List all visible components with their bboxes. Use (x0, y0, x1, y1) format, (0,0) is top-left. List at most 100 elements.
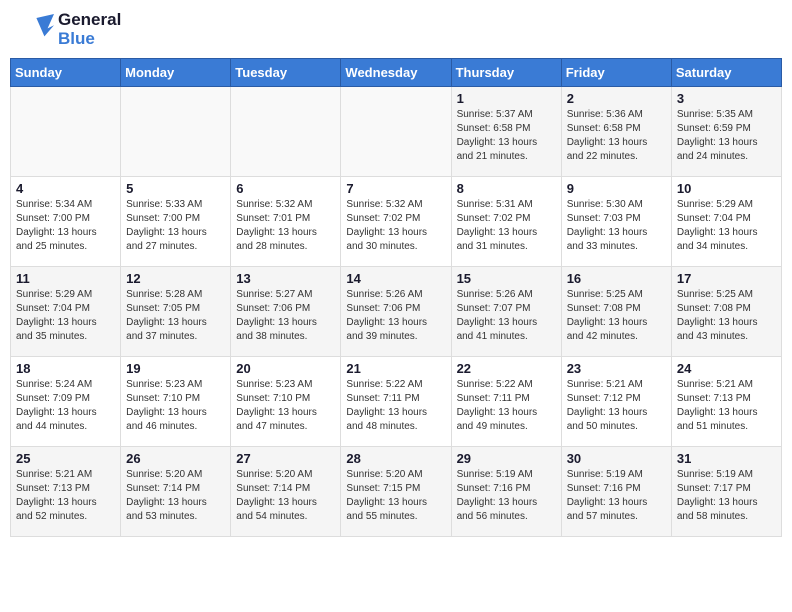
day-number: 14 (346, 271, 445, 286)
day-number: 3 (677, 91, 776, 106)
day-number: 1 (457, 91, 556, 106)
day-number: 4 (16, 181, 115, 196)
day-number: 8 (457, 181, 556, 196)
calendar-cell: 3 Sunrise: 5:35 AM Sunset: 6:59 PM Daylig… (671, 87, 781, 177)
day-number: 27 (236, 451, 335, 466)
day-info: Sunrise: 5:29 AM Sunset: 7:04 PM Dayligh… (16, 288, 115, 344)
calendar-cell: 16 Sunrise: 5:25 AM Sunset: 7:08 PM Dayli… (561, 267, 671, 357)
calendar-cell: 22 Sunrise: 5:22 AM Sunset: 7:11 PM Dayli… (451, 357, 561, 447)
day-number: 16 (567, 271, 666, 286)
week-row-5: 25 Sunrise: 5:21 AM Sunset: 7:13 PM Dayli… (11, 447, 782, 537)
day-info: Sunrise: 5:26 AM Sunset: 7:06 PM Dayligh… (346, 288, 445, 344)
calendar-cell: 24 Sunrise: 5:21 AM Sunset: 7:13 PM Dayli… (671, 357, 781, 447)
calendar-cell: 17 Sunrise: 5:25 AM Sunset: 7:08 PM Dayli… (671, 267, 781, 357)
weekday-sunday: Sunday (11, 59, 121, 87)
day-info: Sunrise: 5:19 AM Sunset: 7:16 PM Dayligh… (567, 468, 666, 524)
calendar-cell: 29 Sunrise: 5:19 AM Sunset: 7:16 PM Dayli… (451, 447, 561, 537)
calendar-cell: 18 Sunrise: 5:24 AM Sunset: 7:09 PM Dayli… (11, 357, 121, 447)
calendar-header: SundayMondayTuesdayWednesdayThursdayFrid… (11, 59, 782, 87)
calendar-cell (11, 87, 121, 177)
calendar-cell: 12Sunrise: 5:28 AM Sunset: 7:05 PM Dayli… (121, 267, 231, 357)
logo: GeneralBlue (14, 10, 121, 50)
calendar-cell: 14 Sunrise: 5:26 AM Sunset: 7:06 PM Dayli… (341, 267, 451, 357)
weekday-thursday: Thursday (451, 59, 561, 87)
day-number: 18 (16, 361, 115, 376)
day-number: 10 (677, 181, 776, 196)
day-info: Sunrise: 5:20 AM Sunset: 7:14 PM Dayligh… (236, 468, 335, 524)
day-info: Sunrise: 5:32 AM Sunset: 7:02 PM Dayligh… (346, 198, 445, 254)
calendar-cell: 8Sunrise: 5:31 AM Sunset: 7:02 PM Daylig… (451, 177, 561, 267)
day-info: Sunrise: 5:30 AM Sunset: 7:03 PM Dayligh… (567, 198, 666, 254)
day-info: Sunrise: 5:19 AM Sunset: 7:16 PM Dayligh… (457, 468, 556, 524)
day-number: 19 (126, 361, 225, 376)
day-info: Sunrise: 5:29 AM Sunset: 7:04 PM Dayligh… (677, 198, 776, 254)
weekday-friday: Friday (561, 59, 671, 87)
day-info: Sunrise: 5:32 AM Sunset: 7:01 PM Dayligh… (236, 198, 335, 254)
calendar-cell: 28Sunrise: 5:20 AM Sunset: 7:15 PM Dayli… (341, 447, 451, 537)
day-number: 21 (346, 361, 445, 376)
logo-blue-text: Blue (58, 30, 121, 49)
day-info: Sunrise: 5:26 AM Sunset: 7:07 PM Dayligh… (457, 288, 556, 344)
calendar-cell (121, 87, 231, 177)
page-header: GeneralBlue (10, 10, 782, 50)
calendar-cell: 5 Sunrise: 5:33 AM Sunset: 7:00 PM Daylig… (121, 177, 231, 267)
weekday-row: SundayMondayTuesdayWednesdayThursdayFrid… (11, 59, 782, 87)
calendar-cell (231, 87, 341, 177)
day-number: 31 (677, 451, 776, 466)
day-info: Sunrise: 5:33 AM Sunset: 7:00 PM Dayligh… (126, 198, 225, 254)
calendar-cell: 11 Sunrise: 5:29 AM Sunset: 7:04 PM Dayli… (11, 267, 121, 357)
weekday-wednesday: Wednesday (341, 59, 451, 87)
day-info: Sunrise: 5:27 AM Sunset: 7:06 PM Dayligh… (236, 288, 335, 344)
calendar-cell: 13 Sunrise: 5:27 AM Sunset: 7:06 PM Dayli… (231, 267, 341, 357)
calendar-cell: 23Sunrise: 5:21 AM Sunset: 7:12 PM Dayli… (561, 357, 671, 447)
day-number: 17 (677, 271, 776, 286)
calendar-cell: 1 Sunrise: 5:37 AM Sunset: 6:58 PM Daylig… (451, 87, 561, 177)
day-info: Sunrise: 5:23 AM Sunset: 7:10 PM Dayligh… (126, 378, 225, 434)
week-row-2: 4 Sunrise: 5:34 AM Sunset: 7:00 PM Daylig… (11, 177, 782, 267)
day-info: Sunrise: 5:36 AM Sunset: 6:58 PM Dayligh… (567, 108, 666, 164)
weekday-saturday: Saturday (671, 59, 781, 87)
day-number: 30 (567, 451, 666, 466)
day-number: 22 (457, 361, 556, 376)
day-info: Sunrise: 5:22 AM Sunset: 7:11 PM Dayligh… (457, 378, 556, 434)
calendar-cell: 25 Sunrise: 5:21 AM Sunset: 7:13 PM Dayli… (11, 447, 121, 537)
day-info: Sunrise: 5:25 AM Sunset: 7:08 PM Dayligh… (677, 288, 776, 344)
logo-bird-icon (14, 10, 54, 50)
day-info: Sunrise: 5:28 AM Sunset: 7:05 PM Dayligh… (126, 288, 225, 344)
calendar-cell: 10 Sunrise: 5:29 AM Sunset: 7:04 PM Dayli… (671, 177, 781, 267)
day-number: 23 (567, 361, 666, 376)
week-row-4: 18 Sunrise: 5:24 AM Sunset: 7:09 PM Dayli… (11, 357, 782, 447)
day-info: Sunrise: 5:21 AM Sunset: 7:13 PM Dayligh… (16, 468, 115, 524)
calendar-cell: 19 Sunrise: 5:23 AM Sunset: 7:10 PM Dayli… (121, 357, 231, 447)
day-info: Sunrise: 5:25 AM Sunset: 7:08 PM Dayligh… (567, 288, 666, 344)
day-number: 20 (236, 361, 335, 376)
day-info: Sunrise: 5:34 AM Sunset: 7:00 PM Dayligh… (16, 198, 115, 254)
calendar-cell: 2Sunrise: 5:36 AM Sunset: 6:58 PM Daylig… (561, 87, 671, 177)
weekday-monday: Monday (121, 59, 231, 87)
day-number: 5 (126, 181, 225, 196)
day-info: Sunrise: 5:22 AM Sunset: 7:11 PM Dayligh… (346, 378, 445, 434)
logo-general-text: General (58, 11, 121, 30)
day-number: 13 (236, 271, 335, 286)
logo-name: GeneralBlue (58, 11, 121, 48)
calendar-cell: 20Sunrise: 5:23 AM Sunset: 7:10 PM Dayli… (231, 357, 341, 447)
calendar-cell: 9Sunrise: 5:30 AM Sunset: 7:03 PM Daylig… (561, 177, 671, 267)
calendar-cell: 15Sunrise: 5:26 AM Sunset: 7:07 PM Dayli… (451, 267, 561, 357)
day-number: 24 (677, 361, 776, 376)
day-info: Sunrise: 5:21 AM Sunset: 7:13 PM Dayligh… (677, 378, 776, 434)
day-number: 7 (346, 181, 445, 196)
day-number: 25 (16, 451, 115, 466)
logo: GeneralBlue (14, 10, 121, 50)
calendar-cell: 21 Sunrise: 5:22 AM Sunset: 7:11 PM Dayli… (341, 357, 451, 447)
calendar-cell: 4 Sunrise: 5:34 AM Sunset: 7:00 PM Daylig… (11, 177, 121, 267)
day-info: Sunrise: 5:37 AM Sunset: 6:58 PM Dayligh… (457, 108, 556, 164)
week-row-3: 11 Sunrise: 5:29 AM Sunset: 7:04 PM Dayli… (11, 267, 782, 357)
calendar-table: SundayMondayTuesdayWednesdayThursdayFrid… (10, 58, 782, 537)
calendar-cell: 26Sunrise: 5:20 AM Sunset: 7:14 PM Dayli… (121, 447, 231, 537)
day-number: 29 (457, 451, 556, 466)
day-info: Sunrise: 5:35 AM Sunset: 6:59 PM Dayligh… (677, 108, 776, 164)
weekday-tuesday: Tuesday (231, 59, 341, 87)
day-number: 11 (16, 271, 115, 286)
day-info: Sunrise: 5:24 AM Sunset: 7:09 PM Dayligh… (16, 378, 115, 434)
day-number: 28 (346, 451, 445, 466)
